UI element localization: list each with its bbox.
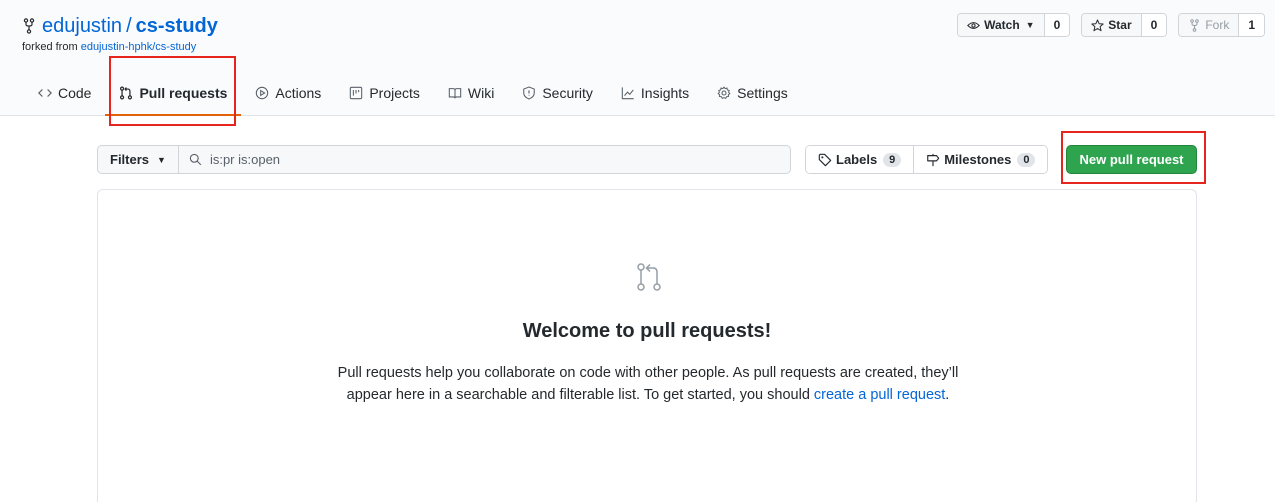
labels-button[interactable]: Labels 9 [806,146,914,173]
repo-owner-link[interactable]: edujustin [42,13,122,39]
tab-settings-label: Settings [737,85,788,101]
tab-pull-requests-label: Pull requests [139,85,228,101]
tag-icon [818,153,832,166]
git-pull-request-icon [120,86,133,100]
tab-insights[interactable]: Insights [607,76,703,110]
project-icon [350,86,363,100]
star-icon [1091,18,1104,31]
graph-icon [621,87,634,100]
repo-title: edujustin / cs-study [22,13,218,39]
caret-down-icon: ▼ [1025,20,1035,30]
tab-code[interactable]: Code [22,76,105,110]
star-button[interactable]: Star [1082,14,1142,36]
book-icon [448,88,462,99]
tab-settings[interactable]: Settings [703,76,802,110]
watch-button-group: Watch ▼ 0 [957,13,1071,37]
blankslate: Welcome to pull requests! Pull requests … [97,189,1197,502]
repo-tabs: Code Pull requests Actions Projects Wiki… [22,76,802,116]
create-pull-request-link[interactable]: create a pull request [814,387,945,403]
tab-wiki[interactable]: Wiki [434,76,508,110]
tab-security-label: Security [542,85,593,101]
search-box [178,145,791,174]
shield-icon [523,86,536,100]
watch-label: Watch [984,18,1020,32]
tab-actions[interactable]: Actions [241,76,335,110]
fork-button[interactable]: Fork [1179,14,1240,36]
forked-from-prefix: forked from [22,41,78,53]
tab-code-label: Code [58,85,92,101]
repo-separator: / [126,15,132,37]
blankslate-text: Pull requests help you collaborate on co… [333,362,963,406]
tab-wiki-label: Wiki [467,85,495,101]
search-icon [189,153,202,166]
blankslate-suffix: . [945,387,950,403]
watch-button[interactable]: Watch ▼ [958,14,1045,36]
milestones-label: Milestones [944,152,1012,167]
repo-header: edujustin / cs-study forked from edujust… [0,0,1275,116]
play-icon [256,86,269,100]
search-input[interactable] [209,152,770,167]
repo-actions: Watch ▼ 0 Star 0 Fork 1 [957,13,1265,37]
repo-name-link[interactable]: cs-study [136,13,218,39]
star-count[interactable]: 0 [1141,14,1167,36]
forked-from: forked from edujustin-hphk/cs-study [22,41,196,53]
filters-label: Filters [110,152,150,167]
watch-count[interactable]: 0 [1044,14,1070,36]
tab-projects-label: Projects [369,85,420,101]
blankslate-title: Welcome to pull requests! [522,320,772,342]
labels-milestones-group: Labels 9 Milestones 0 [805,145,1049,174]
code-icon [38,89,52,97]
labels-count: 9 [883,152,902,167]
star-label: Star [1108,18,1132,32]
forked-source-link[interactable]: edujustin-hphk/cs-study [81,41,197,53]
tab-insights-label: Insights [640,85,690,101]
repo-forked-icon [1190,18,1200,32]
fork-button-group: Fork 1 [1178,13,1265,37]
eye-icon [967,21,981,29]
labels-label: Labels [836,152,878,167]
filters-button[interactable]: Filters ▼ [97,145,179,174]
gear-icon [717,86,731,99]
tab-actions-label: Actions [275,85,322,101]
milestones-button[interactable]: Milestones 0 [913,146,1048,173]
caret-down-icon: ▼ [157,154,166,165]
new-pull-request-button[interactable]: New pull request [1066,145,1197,174]
star-button-group: Star 0 [1081,13,1168,37]
repo-forked-icon [23,18,35,34]
tab-projects[interactable]: Projects [335,76,434,110]
tab-pull-requests[interactable]: Pull requests [105,76,242,116]
milestone-icon [927,153,940,166]
filters-bar: Filters ▼ [97,145,791,174]
fork-count[interactable]: 1 [1239,14,1264,36]
tab-security[interactable]: Security [508,76,607,110]
milestones-count: 0 [1017,152,1036,167]
fork-label: Fork [1205,18,1230,32]
git-pull-request-icon [637,263,661,291]
